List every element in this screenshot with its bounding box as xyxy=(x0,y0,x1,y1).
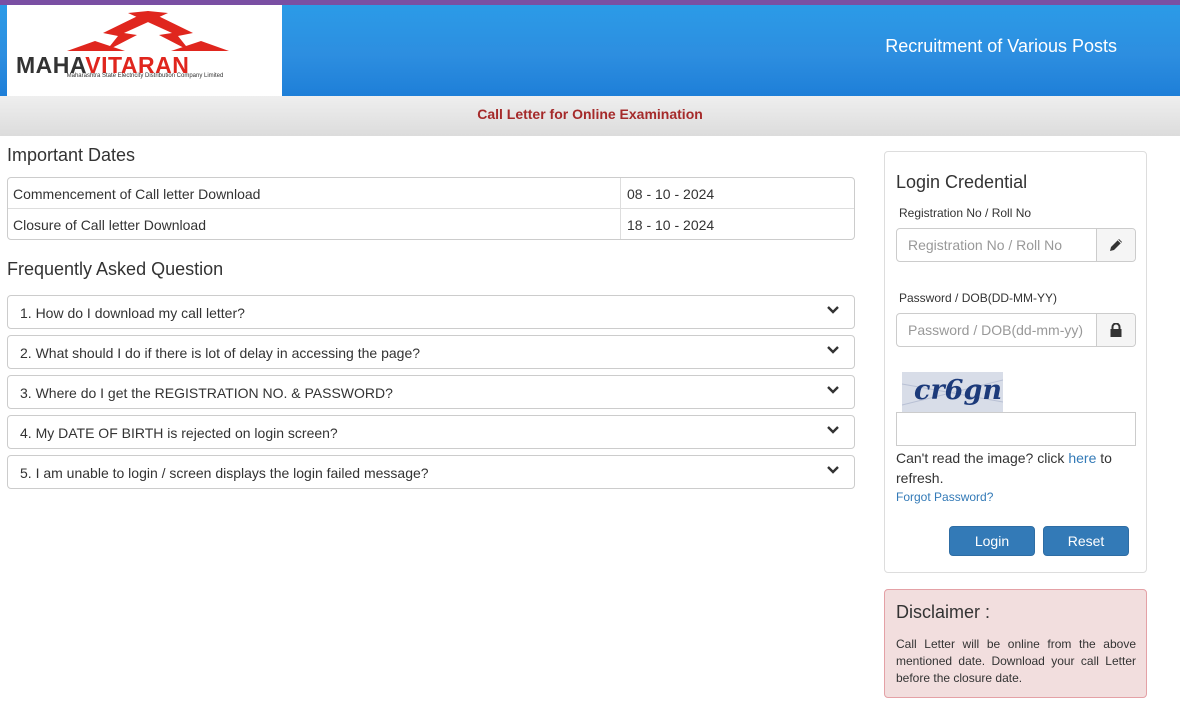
lock-icon xyxy=(1110,323,1122,337)
captcha-help: Can't read the image? click here to refr… xyxy=(896,450,1112,486)
chevron-down-icon xyxy=(827,346,839,354)
faq-item-1[interactable]: 1. How do I download my call letter? xyxy=(7,295,855,329)
date-value: 08 - 10 - 2024 xyxy=(627,186,715,202)
password-addon xyxy=(1096,314,1135,346)
chevron-down-icon xyxy=(827,426,839,434)
page-subtitle: Call Letter for Online Examination xyxy=(477,106,703,122)
login-button[interactable]: Login xyxy=(949,526,1035,556)
date-value: 18 - 10 - 2024 xyxy=(627,217,715,233)
important-dates-heading: Important Dates xyxy=(7,145,136,165)
captcha-input[interactable] xyxy=(896,412,1136,446)
date-label: Commencement of Call letter Download xyxy=(8,178,621,208)
logo-subtitle: Maharashtra State Electricity Distributi… xyxy=(66,73,224,79)
login-title: Login Credential xyxy=(896,172,1028,192)
faq-question: 1. How do I download my call letter? xyxy=(20,305,245,321)
registration-input[interactable] xyxy=(897,229,1097,261)
faq-item-5[interactable]: 5. I am unable to login / screen display… xyxy=(7,455,855,489)
faq-item-2[interactable]: 2. What should I do if there is lot of d… xyxy=(7,335,855,369)
registration-input-group xyxy=(896,228,1136,262)
faq-question: 4. My DATE OF BIRTH is rejected on login… xyxy=(20,425,338,441)
site-title: Recruitment of Various Posts xyxy=(885,36,1117,56)
lightning-logo-icon xyxy=(67,11,229,51)
faq-question: 2. What should I do if there is lot of d… xyxy=(20,345,421,361)
disclaimer-text: Call Letter will be online from the abov… xyxy=(896,637,1136,685)
captcha-text: cr6gn xyxy=(914,375,1002,406)
captcha-image: cr6gn xyxy=(902,372,1003,412)
pencil-icon xyxy=(1110,239,1122,251)
faq-question: 3. Where do I get the REGISTRATION NO. &… xyxy=(20,385,393,401)
reset-button[interactable]: Reset xyxy=(1043,526,1129,556)
password-label: Password / DOB(DD-MM-YY) xyxy=(899,291,1058,305)
chevron-down-icon xyxy=(827,386,839,394)
date-label: Closure of Call letter Download xyxy=(8,209,621,239)
disclaimer-title: Disclaimer : xyxy=(896,602,991,622)
login-panel: Login Credential Registration No / Roll … xyxy=(884,151,1147,573)
chevron-down-icon xyxy=(827,306,839,314)
logo: MAHAVITARAN Maharashtra State Electricit… xyxy=(7,5,282,96)
important-dates-table: Commencement of Call letter Download 08 … xyxy=(7,177,855,240)
chevron-down-icon xyxy=(827,466,839,474)
registration-addon xyxy=(1096,229,1135,261)
registration-label: Registration No / Roll No xyxy=(899,206,1032,220)
table-row: Commencement of Call letter Download 08 … xyxy=(8,178,854,209)
header: MAHAVITARAN Maharashtra State Electricit… xyxy=(0,5,1180,96)
faq-question: 5. I am unable to login / screen display… xyxy=(20,465,429,481)
faq-item-3[interactable]: 3. Where do I get the REGISTRATION NO. &… xyxy=(7,375,855,409)
page-subtitle-bar: Call Letter for Online Examination xyxy=(0,96,1180,136)
faq-item-4[interactable]: 4. My DATE OF BIRTH is rejected on login… xyxy=(7,415,855,449)
faq-heading: Frequently Asked Question xyxy=(7,259,224,279)
password-input[interactable] xyxy=(897,314,1097,346)
forgot-password-link[interactable]: Forgot Password? xyxy=(896,490,993,504)
table-row: Closure of Call letter Download 18 - 10 … xyxy=(8,209,854,239)
password-input-group xyxy=(896,313,1136,347)
disclaimer-box: Disclaimer : Call Letter will be online … xyxy=(884,589,1147,698)
captcha-refresh-link[interactable]: here xyxy=(1068,450,1096,466)
